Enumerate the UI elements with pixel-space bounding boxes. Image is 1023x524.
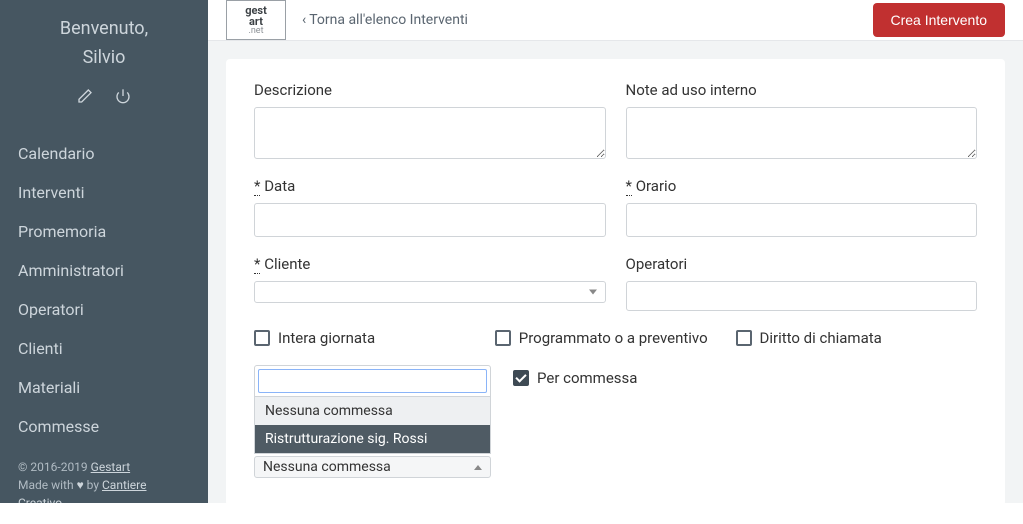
sidebar-footer: © 2016-2019 Gestart Made with ♥ by Canti… bbox=[0, 446, 208, 503]
per-commessa-label: Per commessa bbox=[537, 369, 637, 387]
note-input[interactable] bbox=[626, 107, 978, 159]
logo-line1: gest bbox=[245, 5, 267, 16]
data-label: * Data bbox=[254, 177, 606, 195]
note-label: Note ad uso interno bbox=[626, 81, 978, 99]
commessa-select-display[interactable]: Nessuna commessa bbox=[254, 456, 491, 478]
heart-icon: ♥ bbox=[77, 478, 84, 492]
logo-line2: art bbox=[249, 16, 263, 27]
operatori-select[interactable] bbox=[626, 281, 978, 311]
form-card: Descrizione Note ad uso interno * Data bbox=[226, 59, 1005, 506]
orario-input[interactable] bbox=[626, 203, 978, 237]
welcome-block: Benvenuto, Silvio bbox=[0, 0, 208, 78]
nav-materiali[interactable]: Materiali bbox=[0, 368, 208, 407]
diritto-chiamata-checkbox[interactable] bbox=[736, 330, 752, 346]
create-intervento-button[interactable]: Crea Intervento bbox=[873, 3, 1006, 37]
nav-commesse[interactable]: Commesse bbox=[0, 407, 208, 446]
nav-operatori[interactable]: Operatori bbox=[0, 290, 208, 329]
nav-calendario[interactable]: Calendario bbox=[0, 134, 208, 173]
footer-madewith: Made with bbox=[18, 478, 77, 492]
back-link-label: Torna all'elenco Interventi bbox=[309, 12, 468, 28]
welcome-username: Silvio bbox=[0, 47, 208, 68]
nav-interventi[interactable]: Interventi bbox=[0, 173, 208, 212]
chevron-down-icon bbox=[589, 290, 597, 295]
topbar: gest art .net ‹Torna all'elenco Interven… bbox=[208, 0, 1023, 41]
nav-amministratori[interactable]: Amministratori bbox=[0, 251, 208, 290]
commessa-combo: Nessuna commessa Ristrutturazione sig. R… bbox=[254, 365, 491, 478]
data-input[interactable] bbox=[254, 203, 606, 237]
intera-giornata-checkbox[interactable] bbox=[254, 330, 270, 346]
welcome-label: Benvenuto, bbox=[0, 18, 208, 39]
back-link[interactable]: ‹Torna all'elenco Interventi bbox=[302, 12, 468, 28]
orario-label: * Orario bbox=[626, 177, 978, 195]
cliente-label: * Cliente bbox=[254, 255, 606, 273]
logo-line3: .net bbox=[248, 27, 263, 36]
commessa-search-input[interactable] bbox=[258, 369, 487, 393]
footer-by: by bbox=[84, 478, 102, 492]
commessa-selected-value: Nessuna commessa bbox=[263, 459, 391, 475]
footer-copyright: © 2016-2019 bbox=[18, 460, 91, 474]
commessa-option-ristrutturazione[interactable]: Ristrutturazione sig. Rossi bbox=[255, 425, 490, 453]
intera-giornata-label: Intera giornata bbox=[278, 329, 375, 347]
chevron-left-icon: ‹ bbox=[302, 12, 306, 28]
logo[interactable]: gest art .net bbox=[226, 0, 286, 40]
sidebar-nav: Calendario Interventi Promemoria Amminis… bbox=[0, 134, 208, 446]
footer-brand-link[interactable]: Gestart bbox=[91, 460, 130, 474]
commessa-options-list: Nessuna commessa Ristrutturazione sig. R… bbox=[254, 397, 491, 454]
nav-clienti[interactable]: Clienti bbox=[0, 329, 208, 368]
programmato-label: Programmato o a preventivo bbox=[519, 329, 708, 347]
sidebar: Benvenuto, Silvio Calendario Interventi … bbox=[0, 0, 208, 503]
commessa-option-nessuna[interactable]: Nessuna commessa bbox=[255, 397, 490, 425]
edit-icon[interactable] bbox=[77, 88, 93, 104]
operatori-label: Operatori bbox=[626, 255, 978, 273]
programmato-checkbox[interactable] bbox=[495, 330, 511, 346]
chevron-up-icon bbox=[474, 465, 482, 470]
diritto-chiamata-label: Diritto di chiamata bbox=[760, 329, 882, 347]
descrizione-input[interactable] bbox=[254, 107, 606, 159]
power-icon[interactable] bbox=[115, 88, 131, 104]
descrizione-label: Descrizione bbox=[254, 81, 606, 99]
per-commessa-checkbox[interactable] bbox=[513, 370, 529, 386]
nav-promemoria[interactable]: Promemoria bbox=[0, 212, 208, 251]
cliente-select[interactable] bbox=[254, 281, 606, 303]
